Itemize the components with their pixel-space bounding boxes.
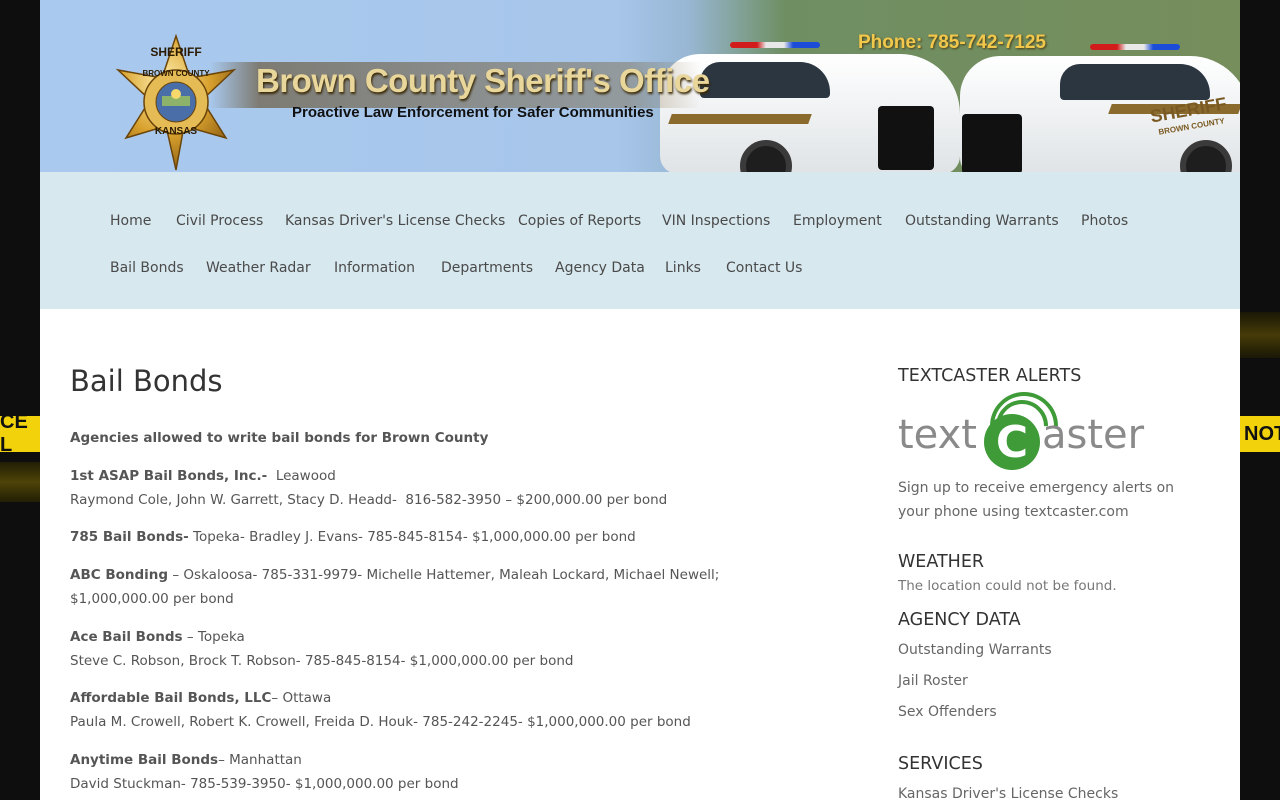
nav-drivers-license-checks[interactable]: Kansas Driver's License Checks xyxy=(285,213,505,229)
textcaster-description: Sign up to receive emergency alerts on y… xyxy=(898,480,1175,520)
textcaster-logo-left: text xyxy=(898,412,977,458)
nav-weather-radar[interactable]: Weather Radar xyxy=(206,260,311,276)
bond-agency-name: Anytime Bail Bonds xyxy=(70,752,219,768)
bond-agency-line2: Raymond Cole, John W. Garrett, Stacy D. … xyxy=(70,492,668,508)
bond-entry: Affordable Bail Bonds, LLC– Ottawa Paula… xyxy=(70,686,800,734)
patrol-car xyxy=(660,40,960,172)
weather-message: The location could not be found. xyxy=(898,578,1117,594)
nav-information[interactable]: Information xyxy=(334,260,415,276)
intro-text: Agencies allowed to write bail bonds for… xyxy=(70,430,489,446)
textcaster-logo[interactable]: text C aster xyxy=(898,377,1158,475)
bond-agency-detail: – Manhattan xyxy=(218,752,302,768)
nav-photos[interactable]: Photos xyxy=(1081,213,1128,229)
bond-entry: Anytime Bail Bonds– Manhattan David Stuc… xyxy=(70,748,800,796)
bond-agency-name: ABC Bonding xyxy=(70,567,169,583)
weather-widget-title: WEATHER xyxy=(898,552,985,572)
bond-agency-name: Affordable Bail Bonds, LLC xyxy=(70,690,272,706)
bond-agency-detail: Topeka- Bradley J. Evans- 785-845-8154- … xyxy=(188,529,636,545)
patrol-cars-photo: SHERIFF BROWN COUNTY xyxy=(640,0,1240,172)
main-nav: Home Civil Process Kansas Driver's Licen… xyxy=(40,172,1240,309)
nav-employment[interactable]: Employment xyxy=(793,213,882,229)
services-widget-title: SERVICES xyxy=(898,754,983,774)
bond-agency-detail: – Ottawa xyxy=(271,690,332,706)
crime-tape-text: CE L xyxy=(0,416,28,452)
bond-agency-name: 1st ASAP Bail Bonds, Inc.- xyxy=(70,468,268,484)
sidebar-link-outstanding-warrants[interactable]: Outstanding Warrants xyxy=(898,642,1052,658)
patrol-car: SHERIFF BROWN COUNTY xyxy=(940,44,1240,172)
bond-entry: Ace Bail Bonds – Topeka Steve C. Robson,… xyxy=(70,625,800,673)
bond-entry: 1st ASAP Bail Bonds, Inc.- Leawood Raymo… xyxy=(70,464,800,512)
textcaster-widget-title: TEXTCASTER ALERTS xyxy=(898,366,1082,386)
site-title[interactable]: Brown County Sheriff's Office xyxy=(256,62,710,100)
nav-outstanding-warrants[interactable]: Outstanding Warrants xyxy=(905,213,1059,229)
crime-tape-left: CE L xyxy=(0,416,40,452)
sidebar-link-drivers-license-checks[interactable]: Kansas Driver's License Checks xyxy=(898,786,1118,800)
nav-contact-us[interactable]: Contact Us xyxy=(726,260,802,276)
textcaster-logo-right: aster xyxy=(1042,412,1145,458)
nav-agency-data[interactable]: Agency Data xyxy=(555,260,645,276)
bond-agency-name: Ace Bail Bonds xyxy=(70,629,183,645)
textcaster-c-icon: C xyxy=(984,414,1040,470)
textcaster-logo-c: C xyxy=(995,416,1029,468)
crime-tape-blur xyxy=(1240,312,1280,358)
nav-vin-inspections[interactable]: VIN Inspections xyxy=(662,213,770,229)
bond-agency-detail: – Topeka xyxy=(182,629,245,645)
badge-top-text: SHERIFF xyxy=(150,45,201,59)
page-title: Bail Bonds xyxy=(70,364,223,398)
sidebar-link-jail-roster[interactable]: Jail Roster xyxy=(898,673,968,689)
bond-agency-detail: – Oskaloosa- 785-331-9979- Michelle Hatt… xyxy=(70,567,720,607)
page-container: SHERIFF BROWN COUNTY SHERIFF BROWN COUNT… xyxy=(40,0,1240,800)
nav-bail-bonds[interactable]: Bail Bonds xyxy=(110,260,184,276)
nav-departments[interactable]: Departments xyxy=(441,260,533,276)
bond-agency-name: 785 Bail Bonds- xyxy=(70,529,189,545)
crime-tape-blur xyxy=(0,462,40,502)
header-banner: SHERIFF BROWN COUNTY SHERIFF BROWN COUNT… xyxy=(40,0,1240,172)
nav-copies-of-reports[interactable]: Copies of Reports xyxy=(518,213,641,229)
bond-agency-line2: David Stuckman- 785-539-3950- $1,000,000… xyxy=(70,776,459,792)
bond-entry: ABC Bonding – Oskaloosa- 785-331-9979- M… xyxy=(70,563,790,611)
bond-agency-line2: Steve C. Robson, Brock T. Robson- 785-84… xyxy=(70,653,574,669)
phone-number: Phone: 785-742-7125 xyxy=(858,32,1046,53)
crime-tape-right: NOT xyxy=(1240,416,1280,452)
badge-arc-text: BROWN COUNTY xyxy=(142,69,210,78)
nav-civil-process[interactable]: Civil Process xyxy=(176,213,263,229)
nav-home[interactable]: Home xyxy=(110,213,151,229)
nav-links[interactable]: Links xyxy=(665,260,701,276)
sheriff-badge-logo[interactable]: SHERIFF BROWN COUNTY KANSAS xyxy=(106,34,246,172)
bond-agency-line2: Paula M. Crowell, Robert K. Crowell, Fre… xyxy=(70,714,691,730)
crime-tape-text: NOT xyxy=(1244,422,1280,445)
bond-agency-detail: Leawood xyxy=(267,468,336,484)
agency-data-widget-title: AGENCY DATA xyxy=(898,610,1021,630)
badge-bottom-text: KANSAS xyxy=(155,126,198,137)
site-tagline: Proactive Law Enforcement for Safer Comm… xyxy=(292,104,654,121)
sidebar-link-sex-offenders[interactable]: Sex Offenders xyxy=(898,704,997,720)
bond-entry: 785 Bail Bonds- Topeka- Bradley J. Evans… xyxy=(70,525,800,549)
